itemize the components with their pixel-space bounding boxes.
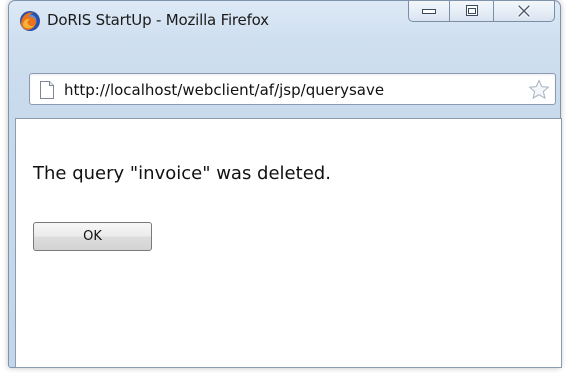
page-content: The query "invoice" was deleted. OK bbox=[15, 118, 562, 368]
minimize-button[interactable] bbox=[408, 1, 450, 22]
window-title: DoRIS StartUp - Mozilla Firefox bbox=[47, 11, 269, 29]
page-icon bbox=[40, 81, 54, 99]
star-icon[interactable] bbox=[527, 78, 551, 102]
ok-button[interactable]: OK bbox=[33, 222, 152, 251]
minimize-icon bbox=[422, 9, 436, 14]
title-bar[interactable]: DoRIS StartUp - Mozilla Firefox bbox=[9, 1, 560, 41]
address-bar[interactable]: http://localhost/webclient/af/jsp/querys… bbox=[29, 73, 556, 105]
close-icon bbox=[517, 4, 531, 18]
url-text[interactable]: http://localhost/webclient/af/jsp/querys… bbox=[64, 81, 511, 99]
delete-confirmation-message: The query "invoice" was deleted. bbox=[33, 163, 331, 184]
window-controls bbox=[408, 1, 555, 23]
browser-popup-window: DoRIS StartUp - Mozilla Firefox http://l… bbox=[8, 0, 562, 368]
firefox-icon bbox=[20, 11, 40, 31]
close-button[interactable] bbox=[493, 1, 555, 22]
maximize-button[interactable] bbox=[449, 1, 494, 22]
maximize-icon bbox=[465, 5, 478, 16]
